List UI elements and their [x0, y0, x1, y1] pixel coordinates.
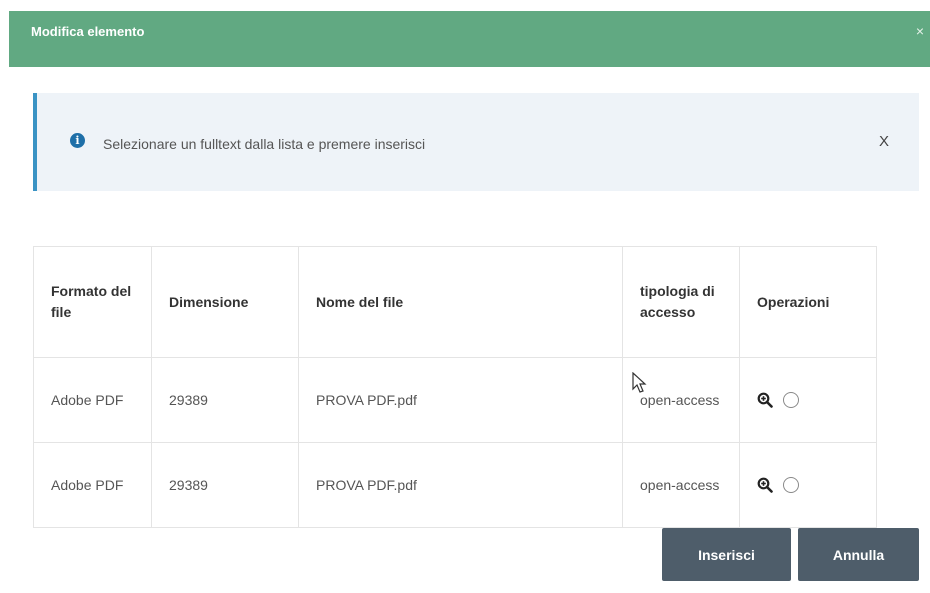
cell-filename: PROVA PDF.pdf — [298, 357, 623, 443]
table-row: Adobe PDF 29389 PROVA PDF.pdf open-acces… — [33, 357, 877, 443]
modal-close-button[interactable]: × — [916, 23, 924, 39]
column-header-access: tipologia di accesso — [622, 246, 740, 358]
modal-header: Modifica elemento × — [9, 11, 930, 67]
column-header-size: Dimensione — [151, 246, 299, 358]
cell-access: open-access — [622, 442, 740, 528]
select-radio[interactable] — [783, 477, 799, 493]
cell-operations — [739, 357, 877, 443]
cell-size: 29389 — [151, 442, 299, 528]
mouse-cursor-icon — [632, 372, 647, 393]
table-row: Adobe PDF 29389 PROVA PDF.pdf open-acces… — [33, 442, 877, 528]
zoom-in-icon[interactable] — [757, 392, 773, 408]
info-alert: i Selezionare un fulltext dalla lista e … — [33, 93, 919, 191]
cell-filename: PROVA PDF.pdf — [298, 442, 623, 528]
alert-close-button[interactable]: X — [879, 133, 889, 150]
cell-format: Adobe PDF — [33, 357, 152, 443]
modal-title: Modifica elemento — [31, 24, 145, 39]
alert-message: Selezionare un fulltext dalla lista e pr… — [103, 136, 426, 152]
table-header-row: Formato del file Dimensione Nome del fil… — [33, 246, 877, 358]
insert-button[interactable]: Inserisci — [662, 528, 791, 581]
zoom-in-icon[interactable] — [757, 477, 773, 493]
cancel-button[interactable]: Annulla — [798, 528, 919, 581]
select-radio[interactable] — [783, 392, 799, 408]
fulltext-table: Formato del file Dimensione Nome del fil… — [33, 246, 877, 528]
info-icon: i — [70, 133, 85, 148]
cell-size: 29389 — [151, 357, 299, 443]
cell-access: open-access — [622, 357, 740, 443]
cell-operations — [739, 442, 877, 528]
column-header-format: Formato del file — [33, 246, 152, 358]
cell-format: Adobe PDF — [33, 442, 152, 528]
column-header-operations: Operazioni — [739, 246, 877, 358]
column-header-filename: Nome del file — [298, 246, 623, 358]
